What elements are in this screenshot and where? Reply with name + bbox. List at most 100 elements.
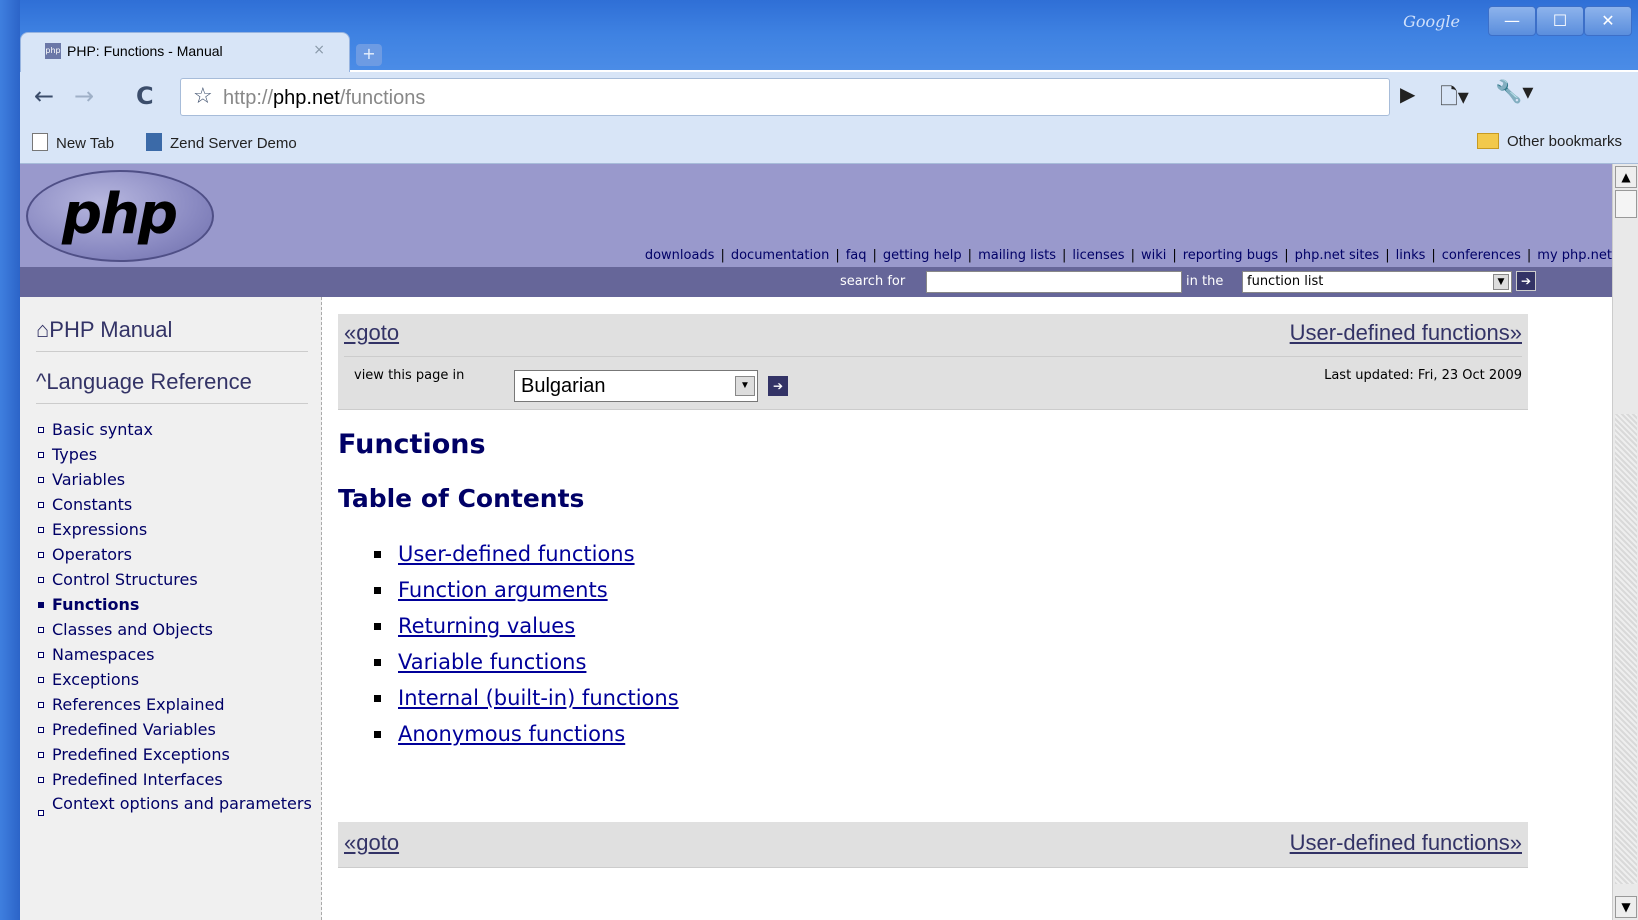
toc-link-internal-functions[interactable]: Internal (built-in) functions: [398, 686, 679, 710]
minimize-button[interactable]: —: [1488, 6, 1536, 36]
bullet-icon: [38, 502, 44, 508]
bullet-icon: [374, 731, 381, 738]
nav-getting-help[interactable]: getting help: [883, 248, 962, 263]
tab-php-functions[interactable]: php PHP: Functions - Manual ×: [20, 32, 350, 72]
nav-my-php-net[interactable]: my php.net: [1537, 248, 1612, 263]
language-go-button[interactable]: ➔: [768, 376, 788, 396]
divider: [344, 356, 1522, 357]
nav-links[interactable]: links: [1396, 248, 1426, 263]
scroll-track[interactable]: [1615, 414, 1637, 884]
sidebar-list: Basic syntax Types Variables Constants E…: [36, 417, 316, 816]
forward-arrow-icon[interactable]: →: [74, 82, 94, 110]
toc-link-variable-functions[interactable]: Variable functions: [398, 650, 586, 674]
bookmarks-bar: New Tab Zend Server Demo Other bookmarks: [20, 122, 1638, 164]
scroll-down-arrow-icon[interactable]: ▼: [1615, 896, 1637, 918]
nav-mailing-lists[interactable]: mailing lists: [978, 248, 1056, 263]
toc-item: Function arguments: [372, 572, 679, 608]
next-page-link[interactable]: User-defined functions»: [1290, 830, 1522, 856]
toc-link-anonymous-functions[interactable]: Anonymous functions: [398, 722, 625, 746]
prev-page-link[interactable]: «goto: [344, 830, 399, 856]
sidebar-item-functions[interactable]: Functions: [36, 592, 316, 617]
sidebar-item-exceptions[interactable]: Exceptions: [36, 667, 316, 692]
nav-reporting-bugs[interactable]: reporting bugs: [1183, 248, 1278, 263]
sidebar-item-operators[interactable]: Operators: [36, 542, 316, 567]
star-icon[interactable]: ☆: [193, 84, 213, 109]
sidebar-item-variables[interactable]: Variables: [36, 467, 316, 492]
sidebar-item-constants[interactable]: Constants: [36, 492, 316, 517]
search-scope-value: function list: [1247, 274, 1324, 289]
sidebar-item-predefined-variables[interactable]: Predefined Variables: [36, 717, 316, 742]
language-select[interactable]: Bulgarian ▼: [514, 370, 758, 402]
close-window-button[interactable]: ✕: [1584, 6, 1632, 36]
bullet-icon: [374, 623, 381, 630]
search-go-button[interactable]: ➔: [1516, 271, 1536, 291]
maximize-button[interactable]: ☐: [1536, 6, 1584, 36]
sidebar-item-predefined-interfaces[interactable]: Predefined Interfaces: [36, 767, 316, 792]
nav-conferences[interactable]: conferences: [1442, 248, 1521, 263]
bullet-icon: [38, 727, 44, 733]
view-page-in-label: view this page in: [354, 368, 465, 383]
prev-page-link[interactable]: «goto: [344, 320, 399, 346]
sidebar-php-manual-link[interactable]: ⌂PHP Manual: [36, 317, 172, 343]
url-host: php.net: [273, 87, 340, 109]
url-text[interactable]: http://php.net/functions: [223, 87, 425, 110]
sidebar-item-context-options[interactable]: Context options and parameters: [36, 794, 316, 816]
nav-documentation[interactable]: documentation: [731, 248, 829, 263]
new-tab-button[interactable]: +: [356, 44, 382, 66]
sidebar-item-label: References Explained: [52, 695, 225, 714]
tab-title: PHP: Functions - Manual: [67, 43, 223, 59]
sidebar-item-types[interactable]: Types: [36, 442, 316, 467]
play-icon[interactable]: ▶: [1400, 82, 1415, 106]
sidebar: ⌂PHP Manual ^Language Reference Basic sy…: [20, 297, 322, 920]
bullet-icon: [38, 577, 44, 583]
nav-wiki[interactable]: wiki: [1141, 248, 1166, 263]
nav-php-net-sites[interactable]: php.net sites: [1295, 248, 1380, 263]
address-bar[interactable]: ☆ http://php.net/functions: [180, 78, 1390, 116]
sidebar-item-references-explained[interactable]: References Explained: [36, 692, 316, 717]
url-path: /functions: [339, 87, 426, 109]
toc-link-function-arguments[interactable]: Function arguments: [398, 578, 608, 602]
scroll-up-arrow-icon[interactable]: ▲: [1615, 166, 1637, 188]
sidebar-item-control-structures[interactable]: Control Structures: [36, 567, 316, 592]
bullet-icon: [38, 677, 44, 683]
chevron-down-icon[interactable]: ▼: [735, 376, 755, 396]
php-logo[interactable]: php: [26, 170, 214, 262]
toc-link-returning-values[interactable]: Returning values: [398, 614, 575, 638]
page-menu-icon[interactable]: 🗋▾: [1440, 80, 1469, 118]
toc-link-user-defined-functions[interactable]: User-defined functions: [398, 542, 635, 566]
bullet-icon: [38, 627, 44, 633]
tab-close-icon[interactable]: ×: [313, 42, 325, 58]
back-arrow-icon[interactable]: ←: [34, 82, 54, 110]
sidebar-item-expressions[interactable]: Expressions: [36, 517, 316, 542]
toc-item: User-defined functions: [372, 536, 679, 572]
bullet-icon: [38, 552, 44, 558]
nav-licenses[interactable]: licenses: [1072, 248, 1124, 263]
scroll-thumb[interactable]: [1615, 190, 1637, 218]
bookmark-zend-server-demo[interactable]: Zend Server Demo: [146, 133, 297, 152]
toc-item: Internal (built-in) functions: [372, 680, 679, 716]
wrench-icon[interactable]: 🔧▾: [1495, 80, 1533, 105]
bullet-icon: [38, 702, 44, 708]
sidebar-item-predefined-exceptions[interactable]: Predefined Exceptions: [36, 742, 316, 767]
vertical-scrollbar[interactable]: ▲ ▼: [1612, 164, 1638, 920]
sidebar-language-reference-link[interactable]: ^Language Reference: [36, 369, 252, 395]
php-logo-text: php: [62, 182, 178, 247]
chevron-down-icon[interactable]: ▼: [1493, 274, 1509, 290]
search-scope-select[interactable]: function list ▼: [1242, 271, 1512, 293]
bookmark-new-tab[interactable]: New Tab: [32, 133, 114, 152]
other-bookmarks[interactable]: Other bookmarks: [1476, 133, 1622, 150]
sidebar-item-namespaces[interactable]: Namespaces: [36, 642, 316, 667]
sidebar-item-label: Predefined Exceptions: [52, 745, 230, 764]
next-page-link[interactable]: User-defined functions»: [1290, 320, 1522, 346]
sidebar-item-basic-syntax[interactable]: Basic syntax: [36, 417, 316, 442]
sidebar-item-classes-and-objects[interactable]: Classes and Objects: [36, 617, 316, 642]
sidebar-item-label: Predefined Variables: [52, 720, 216, 739]
search-input[interactable]: [926, 271, 1182, 293]
reload-icon[interactable]: C: [136, 82, 154, 110]
sidebar-item-label: Types: [52, 445, 98, 464]
sidebar-item-label: Namespaces: [52, 645, 155, 664]
divider: [36, 403, 308, 404]
nav-downloads[interactable]: downloads: [645, 248, 715, 263]
nav-faq[interactable]: faq: [846, 248, 867, 263]
bullet-icon: [374, 551, 381, 558]
